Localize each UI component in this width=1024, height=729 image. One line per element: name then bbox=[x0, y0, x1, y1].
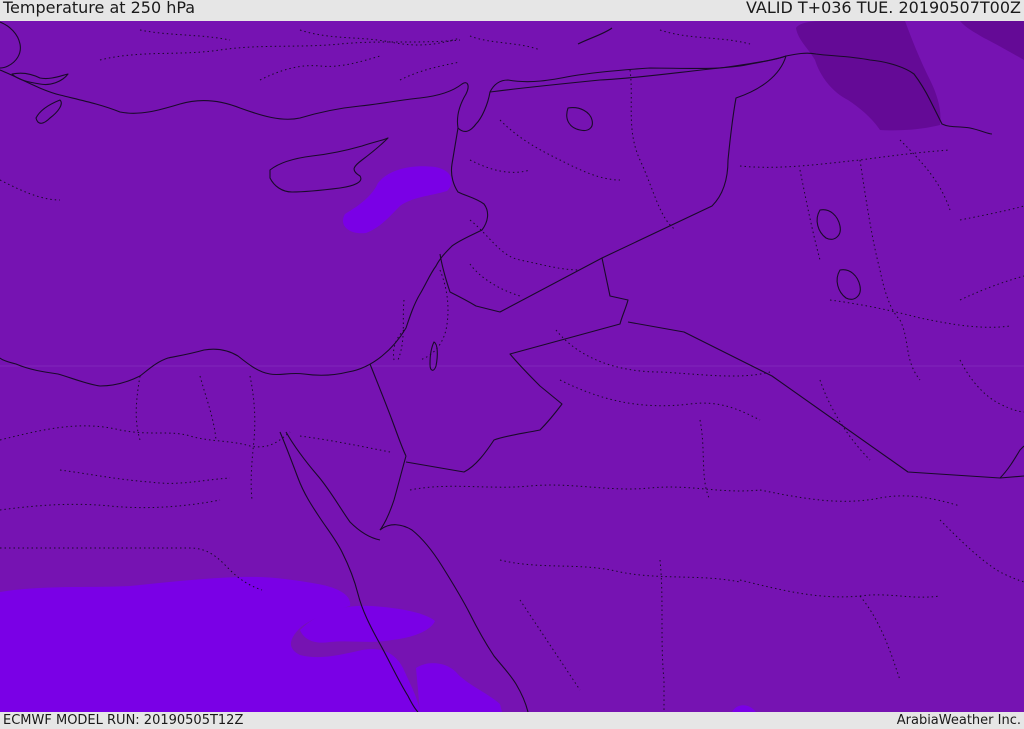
map-panel[interactable] bbox=[0, 21, 1024, 712]
footer-bar: ECMWF MODEL RUN: 20190505T12Z ArabiaWeat… bbox=[0, 712, 1024, 729]
credit-label: ArabiaWeather Inc. bbox=[896, 713, 1021, 728]
map-title: Temperature at 250 hPa bbox=[3, 0, 196, 17]
header-bar: Temperature at 250 hPa VALID T+036 TUE. … bbox=[0, 0, 1024, 21]
model-run-label: ECMWF MODEL RUN: 20190505T12Z bbox=[3, 713, 244, 728]
valid-time-label: VALID T+036 TUE. 20190507T00Z bbox=[745, 0, 1021, 17]
temperature-map bbox=[0, 21, 1024, 712]
